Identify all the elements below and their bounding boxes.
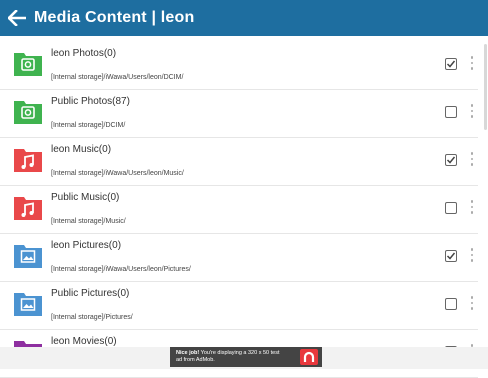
item-checkbox[interactable] [445, 298, 457, 310]
item-path: [Internal storage]/DCIM/ [51, 122, 126, 129]
more-options-icon[interactable] [469, 200, 475, 218]
list-item[interactable]: leon Photos(0) [Internal storage]/iWawa/U… [0, 42, 478, 90]
more-options-icon[interactable] [469, 56, 475, 74]
admob-logo-icon [300, 349, 318, 365]
music-folder-icon [13, 144, 43, 174]
item-name: Public Photos(87) [51, 96, 130, 107]
scrollbar[interactable] [484, 44, 487, 130]
page-title: Media Content | leon [34, 9, 195, 26]
checkmark-icon [446, 60, 456, 68]
item-path: [Internal storage]/iWawa/Users/leon/Musi… [51, 170, 184, 177]
item-name: leon Photos(0) [51, 48, 117, 59]
item-checkbox[interactable] [445, 250, 457, 262]
photo-folder-icon [13, 96, 43, 126]
item-path: [Internal storage]/iWawa/Users/leon/DCIM… [51, 74, 184, 81]
item-path: [Internal storage]/Music/ [51, 218, 126, 225]
back-arrow-icon[interactable] [0, 0, 34, 36]
list-item[interactable]: leon Pictures(0) [Internal storage]/iWawa… [0, 234, 478, 282]
item-name: leon Music(0) [51, 144, 112, 155]
admob-test-ad[interactable]: Nice job! You're displaying a 320 x 50 t… [170, 347, 322, 367]
list-item[interactable]: leon Music(0) [Internal storage]/iWawa/Us… [0, 138, 478, 186]
more-options-icon[interactable] [469, 296, 475, 314]
list-item[interactable]: Public Pictures(0) [Internal storage]/Pic… [0, 282, 478, 330]
more-options-icon[interactable] [469, 104, 475, 122]
music-folder-icon [13, 192, 43, 222]
item-name: leon Pictures(0) [51, 240, 122, 251]
ad-text: Nice job! You're displaying a 320 x 50 t… [176, 350, 280, 363]
item-name: Public Music(0) [51, 192, 120, 203]
pictures-folder-icon [13, 240, 43, 270]
list-item[interactable]: Public Music(0) [Internal storage]/Music/ [0, 186, 478, 234]
photo-folder-icon [13, 48, 43, 78]
item-checkbox[interactable] [445, 58, 457, 70]
checkmark-icon [446, 156, 456, 164]
item-name: leon Movies(0) [51, 336, 117, 347]
item-checkbox[interactable] [445, 154, 457, 166]
item-path: [Internal storage]/Pictures/ [51, 314, 133, 321]
ad-banner-area: Nice job! You're displaying a 320 x 50 t… [0, 347, 488, 369]
more-options-icon[interactable] [469, 152, 475, 170]
item-name: Public Pictures(0) [51, 288, 130, 299]
item-path: [Internal storage]/iWawa/Users/leon/Pict… [51, 266, 191, 273]
pictures-folder-icon [13, 288, 43, 318]
item-checkbox[interactable] [445, 202, 457, 214]
item-checkbox[interactable] [445, 106, 457, 118]
media-folder-list: leon Photos(0) [Internal storage]/iWawa/U… [0, 42, 478, 378]
more-options-icon[interactable] [469, 248, 475, 266]
list-item[interactable]: Public Photos(87) [Internal storage]/DCIM… [0, 90, 478, 138]
checkmark-icon [446, 252, 456, 260]
top-app-bar: Media Content | leon [0, 0, 488, 36]
